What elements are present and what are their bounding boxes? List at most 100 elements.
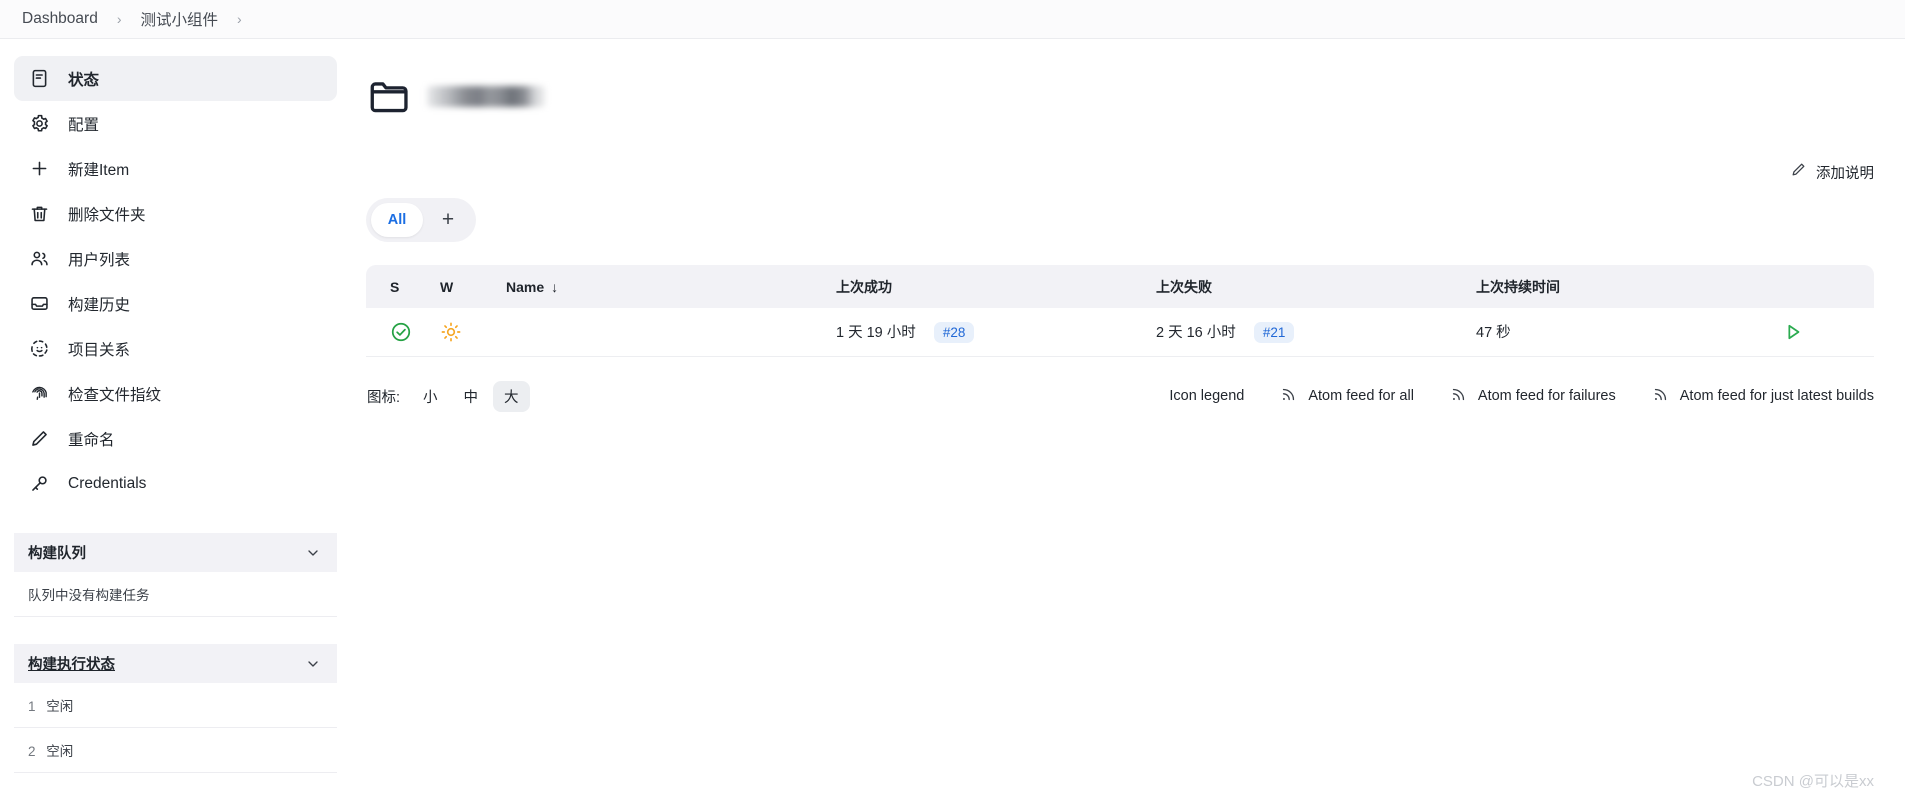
sidebar-item-people[interactable]: 用户列表	[14, 236, 337, 281]
atom-feed-all-link[interactable]: Atom feed for all	[1280, 386, 1414, 407]
sidebar-item-credentials[interactable]: Credentials	[14, 461, 337, 506]
build-now-play-icon[interactable]	[1776, 315, 1810, 349]
sidebar: 状态 配置 新建Item 删除文件夹 用户列表 构建历史 项目关系 检查文件指纹…	[0, 39, 337, 811]
key-icon	[28, 473, 50, 495]
page-title-row	[366, 73, 1874, 120]
fingerprint-icon	[28, 383, 50, 405]
build-queue-header[interactable]: 构建队列	[14, 533, 337, 572]
build-queue-title: 构建队列	[28, 546, 86, 562]
build-queue-empty-text: 队列中没有构建任务	[14, 572, 337, 617]
atom-feed-latest-label: Atom feed for just latest builds	[1679, 388, 1874, 404]
add-view-button[interactable]: +	[425, 203, 471, 237]
last-failure-time: 2 天 16 小时	[1156, 324, 1236, 341]
tab-all[interactable]: All	[371, 203, 423, 237]
cell-last-duration: 47 秒	[1464, 308, 1764, 357]
sidebar-item-project-relationship[interactable]: 项目关系	[14, 326, 337, 371]
atom-feed-latest-link[interactable]: Atom feed for just latest builds	[1652, 386, 1874, 407]
cell-last-failure: 2 天 16 小时 #21	[1144, 308, 1464, 357]
jobs-table: S W Name ↓ 上次成功 上次失败 上次持续时间 1 天 19 小时 #2…	[366, 265, 1874, 357]
executor-row[interactable]: 1 空闲	[14, 683, 337, 728]
page-body: 状态 配置 新建Item 删除文件夹 用户列表 构建历史 项目关系 检查文件指纹…	[0, 39, 1905, 811]
sidebar-item-label-credentials: Credentials	[68, 474, 147, 492]
page-title	[427, 86, 545, 107]
breadcrumb-separator-icon: ›	[116, 11, 122, 27]
jobs-table-body: 1 天 19 小时 #28 2 天 16 小时 #21 47 秒	[366, 308, 1874, 357]
document-icon	[28, 68, 50, 90]
column-header-actions	[1764, 265, 1874, 308]
sidebar-item-label-people: 用户列表	[68, 251, 131, 269]
icon-size-large-button[interactable]: 大	[493, 380, 530, 412]
executor-number: 2	[28, 744, 36, 759]
jobs-table-header-row: S W Name ↓ 上次成功 上次失败 上次持续时间	[366, 265, 1874, 308]
executor-state: 空闲	[46, 699, 74, 714]
trash-icon	[28, 203, 50, 225]
table-row[interactable]: 1 天 19 小时 #28 2 天 16 小时 #21 47 秒	[366, 308, 1874, 357]
gear-icon	[28, 113, 50, 135]
sidebar-item-delete-folder[interactable]: 删除文件夹	[14, 191, 337, 236]
executor-status-widget: 构建执行状态 1 空闲 2 空闲	[14, 644, 337, 773]
sidebar-item-label-delete-folder: 删除文件夹	[68, 206, 146, 224]
column-header-status[interactable]: S	[366, 265, 428, 308]
cell-weather	[428, 308, 494, 357]
cell-status	[366, 308, 428, 357]
atom-feed-failures-label: Atom feed for failures	[1477, 388, 1616, 404]
column-header-last-failure[interactable]: 上次失败	[1144, 265, 1464, 308]
executor-status-title[interactable]: 构建执行状态	[28, 653, 115, 674]
sidebar-item-status[interactable]: 状态	[14, 56, 337, 101]
pencil-icon-description	[1790, 161, 1807, 183]
sidebar-item-build-history[interactable]: 构建历史	[14, 281, 337, 326]
cell-last-success: 1 天 19 小时 #28	[824, 308, 1144, 357]
executor-row[interactable]: 2 空闲	[14, 728, 337, 773]
sidebar-item-label-configure: 配置	[68, 116, 100, 134]
sidebar-item-label-new-item: 新建Item	[68, 161, 130, 179]
build-queue-widget: 构建队列 队列中没有构建任务	[14, 533, 337, 617]
breadcrumb-item-dashboard[interactable]: Dashboard	[14, 8, 106, 30]
atom-feed-failures-link[interactable]: Atom feed for failures	[1450, 386, 1616, 407]
icon-size-small-button[interactable]: 小	[412, 381, 449, 412]
executor-status-header[interactable]: 构建执行状态	[14, 644, 337, 683]
table-footer: 图标: 小 中 大 Icon legend Atom feed for all	[366, 380, 1874, 412]
cell-actions	[1764, 308, 1874, 357]
add-description-button[interactable]: 添加说明	[1790, 161, 1874, 183]
column-header-last-success[interactable]: 上次成功	[824, 265, 1144, 308]
rss-icon-failures	[1450, 386, 1467, 407]
sidebar-item-new-item[interactable]: 新建Item	[14, 146, 337, 191]
sidebar-item-configure[interactable]: 配置	[14, 101, 337, 146]
sidebar-item-label-build-history: 构建历史	[68, 296, 131, 314]
footer-links: Icon legend Atom feed for all Atom feed …	[1169, 386, 1874, 407]
column-header-weather[interactable]: W	[428, 265, 494, 308]
sidebar-item-rename[interactable]: 重命名	[14, 416, 337, 461]
watermark: CSDN @可以是xx	[1752, 773, 1874, 790]
icon-size-control: 图标: 小 中 大	[366, 380, 530, 412]
sort-descending-icon: ↓	[551, 278, 559, 295]
atom-feed-all-label: Atom feed for all	[1308, 388, 1414, 404]
sidebar-item-check-fingerprint[interactable]: 检查文件指纹	[14, 371, 337, 416]
users-icon	[28, 248, 50, 270]
chevron-down-icon[interactable]	[305, 545, 321, 561]
jobs-table-head: S W Name ↓ 上次成功 上次失败 上次持续时间	[366, 265, 1874, 308]
icon-size-medium-button[interactable]: 中	[453, 381, 490, 412]
sidebar-nav: 状态 配置 新建Item 删除文件夹 用户列表 构建历史 项目关系 检查文件指纹…	[14, 56, 337, 506]
last-success-time: 1 天 19 小时	[836, 324, 916, 341]
icon-size-label: 图标:	[367, 389, 401, 406]
icon-legend-link[interactable]: Icon legend	[1169, 388, 1244, 404]
last-failure-build-link[interactable]: #21	[1253, 321, 1295, 343]
cell-job-name[interactable]	[494, 308, 824, 357]
rss-icon-latest	[1652, 386, 1669, 407]
chevron-down-icon-2[interactable]	[305, 656, 321, 672]
relations-icon	[28, 338, 50, 360]
column-header-name[interactable]: Name ↓	[494, 265, 824, 308]
column-header-last-duration[interactable]: 上次持续时间	[1464, 265, 1764, 308]
icon-legend-label: Icon legend	[1169, 388, 1245, 404]
view-tabs: All +	[366, 198, 476, 242]
breadcrumb-item-folder[interactable]: 测试小组件	[133, 6, 227, 32]
success-check-icon[interactable]	[390, 321, 416, 343]
inbox-icon	[28, 293, 50, 315]
sunny-icon[interactable]	[440, 321, 482, 343]
breadcrumb-separator-icon-2: ›	[237, 11, 242, 27]
executor-state: 空闲	[46, 744, 74, 759]
jobs-table-wrapper: S W Name ↓ 上次成功 上次失败 上次持续时间 1 天 19 小时 #2…	[366, 265, 1874, 357]
pencil-icon	[28, 428, 50, 450]
last-success-build-link[interactable]: #28	[933, 321, 975, 343]
sidebar-item-label-project-relationship: 项目关系	[68, 341, 131, 359]
